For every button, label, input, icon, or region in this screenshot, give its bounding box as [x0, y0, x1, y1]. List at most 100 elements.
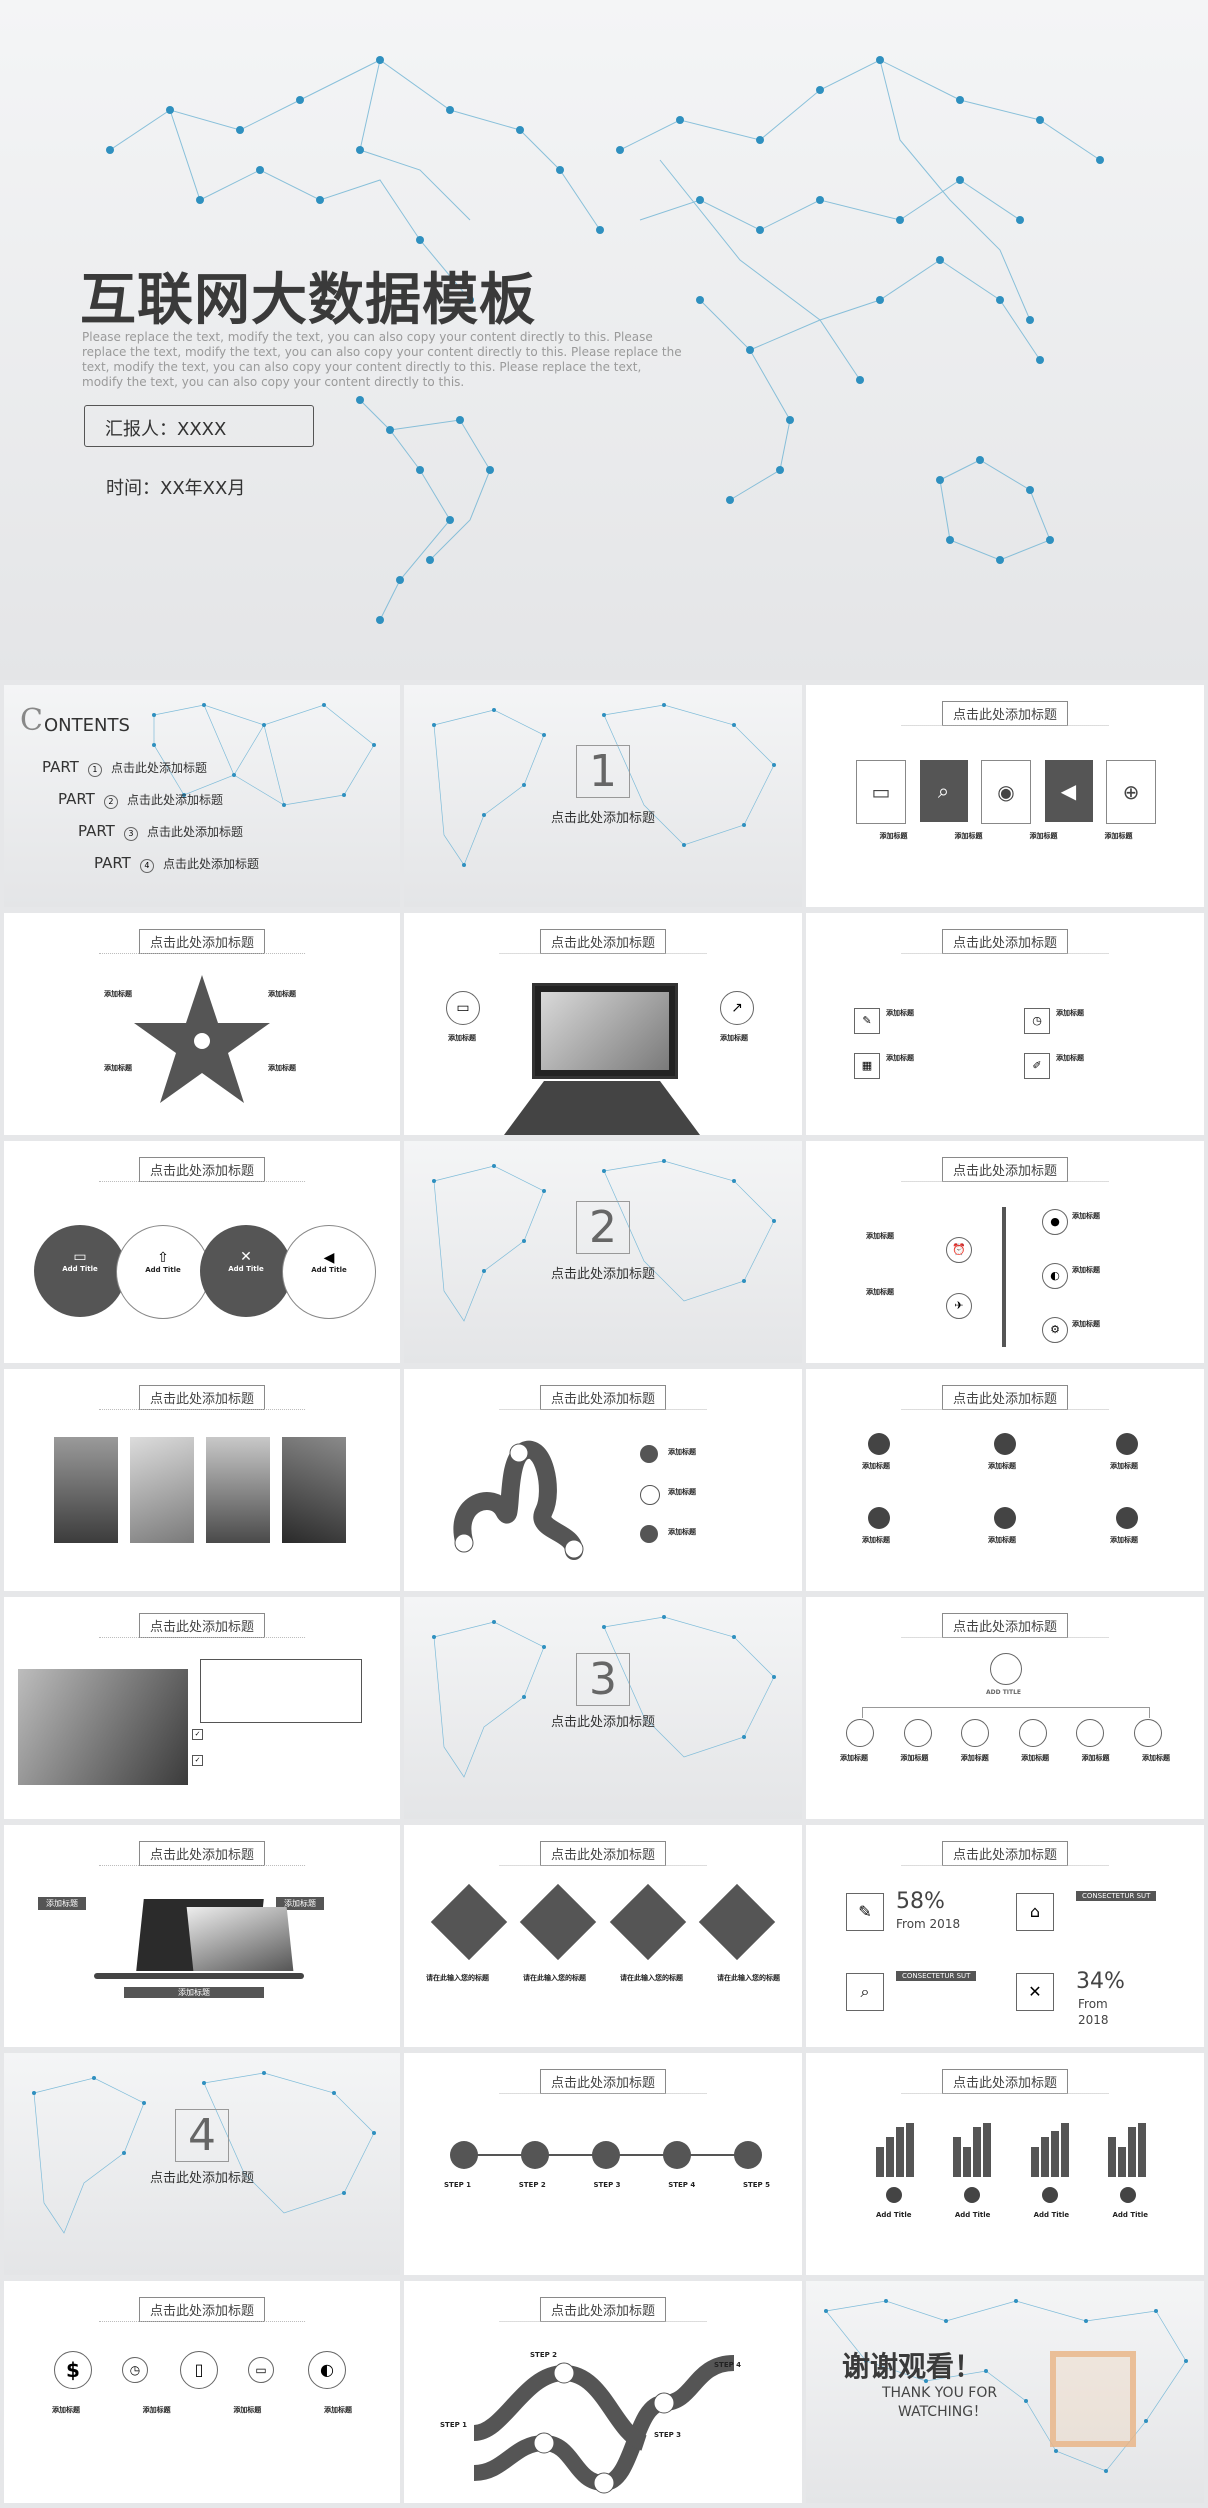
- thumb-bar-chart[interactable]: 点击此处添加标题 Add Title Add Title Add Title Add …: [806, 2053, 1204, 2275]
- slide-subline: [99, 953, 305, 955]
- step-circle: [663, 2141, 691, 2169]
- hourglass-icon: [520, 1883, 597, 1961]
- clock-icon: ◷: [1024, 1008, 1050, 1034]
- contents-item[interactable]: PART 2 点击此处添加标题: [58, 789, 223, 821]
- star-icon: [1116, 1507, 1138, 1529]
- chat-icon: [994, 1433, 1016, 1455]
- slide-header: 点击此处添加标题: [138, 929, 266, 954]
- slide-header: 点击此处添加标题: [941, 929, 1069, 954]
- bulb-icon: ◐: [1042, 1263, 1068, 1289]
- contents-item[interactable]: PART 1 点击此处添加标题: [42, 757, 207, 789]
- bar-label-row: Add Title Add Title Add Title Add Title: [876, 2211, 1148, 2219]
- vertical-line: [1002, 1207, 1006, 1347]
- grid-icon: ▦: [854, 1053, 880, 1079]
- circle-item: ▭ Add Title: [34, 1225, 126, 1317]
- dollar-icon: $: [54, 2351, 92, 2389]
- path-label: 添加标题: [668, 1488, 696, 1496]
- reporter-box: 汇报人：XXXX: [84, 405, 314, 447]
- plane-icon: ✈: [946, 1293, 972, 1319]
- street-photo: [18, 1669, 188, 1785]
- thumb-laptops[interactable]: 点击此处添加标题 添加标题 添加标题 添加标题: [4, 1825, 400, 2047]
- icon-label: 添加标题: [988, 1536, 1016, 1544]
- monitor-base: [504, 1081, 700, 1135]
- thumb-circles[interactable]: 点击此处添加标题 ▭ Add Title ⇧ Add Title ✕ Add Titl…: [4, 1141, 400, 1363]
- thumb-six-icons[interactable]: 点击此处添加标题 添加标题 添加标题 添加标题 添加标题 添加标题 添加标题: [806, 1369, 1204, 1591]
- thumb-steps[interactable]: 点击此处添加标题 STEP 1 STEP 2 STEP 3 STEP 4 STEP 5: [404, 2053, 802, 2275]
- thanks-en-2: WATCHING！: [898, 2404, 988, 2420]
- node-circle: [1018, 1719, 1047, 1747]
- slide-header: 点击此处添加标题: [941, 1385, 1069, 1410]
- laptop-icon: ▭: [446, 991, 480, 1025]
- thumb-hierarchy[interactable]: 点击此处添加标题 ADD TITLE 添加标题 添加标题 添加标题 添加标题 添加标题添…: [806, 1597, 1204, 1819]
- thumb-monitor[interactable]: 点击此处添加标题 ▭ ↗ 添加标题 添加标题: [404, 913, 802, 1135]
- tools-icon: ✕: [1016, 1973, 1054, 2011]
- slide-header: 点击此处添加标题: [539, 2069, 667, 2094]
- thumb-thanks[interactable]: 谢谢观看！ THANK YOU FOR WATCHING！: [806, 2281, 1204, 2503]
- thumb-equation-icons[interactable]: 点击此处添加标题 $ ◷ ▯ ▭ ◐ 添加标题 添加标题 添加标题 添加标题: [4, 2281, 400, 2503]
- slide-subline: [99, 2321, 305, 2323]
- thumb-contents[interactable]: C ONTENTS PART 1 点击此处添加标题 PART 2 点击此处添加标…: [4, 685, 400, 907]
- hex-row: [430, 1883, 776, 1961]
- node-circle: [1076, 1719, 1105, 1747]
- tools-icon: ✕: [240, 1249, 252, 1265]
- slide-subline: [901, 953, 1109, 955]
- slide-subline: [901, 725, 1109, 727]
- thumb-four-icons[interactable]: 点击此处添加标题 ✎ ▦ ◷ ✐ 添加标题 添加标题 添加标题 添加标题: [806, 913, 1204, 1135]
- thumb-s-curve[interactable]: 点击此处添加标题 STEP 1 STEP 2 STEP 3 STEP 4: [404, 2281, 802, 2503]
- time-label: 时间：XX年XX月: [106, 478, 246, 499]
- node-circle: [1133, 1719, 1162, 1747]
- slide-header: 点击此处添加标题: [941, 1613, 1069, 1638]
- steps-row: [450, 2141, 762, 2169]
- thumb-hex-icons[interactable]: 点击此处添加标题 请在此输入您的标题 请在此输入您的标题 请在此输入您的标题 请在此输…: [404, 1825, 802, 2047]
- clock-icon: ◷: [122, 2357, 148, 2383]
- thumb-star[interactable]: 点击此处添加标题 添加标题 添加标题 添加标题 添加标题: [4, 913, 400, 1135]
- photo: [130, 1437, 194, 1543]
- bulb-icon: ◐: [308, 2351, 346, 2389]
- contents-item[interactable]: PART 4 点击此处添加标题: [94, 853, 259, 885]
- slide-header: 点击此处添加标题: [941, 701, 1069, 726]
- slide-header: 点击此处添加标题: [539, 2297, 667, 2322]
- s-step-label: STEP 3: [654, 2431, 682, 2439]
- section-number: 2: [576, 1201, 630, 1254]
- thumb-timeline-vertical[interactable]: 点击此处添加标题 ⏰ ✈ ● ◐ ⚙ 添加标题 添加标题 添加标题 添加标题 添…: [806, 1141, 1204, 1363]
- thumb-section-4[interactable]: 4 点击此处添加标题: [4, 2053, 400, 2275]
- step-circle: [521, 2141, 549, 2169]
- reporter-label: 汇报人：XXXX: [105, 419, 227, 440]
- star-label: 添加标题: [268, 1064, 296, 1072]
- thumb-icons-row[interactable]: 点击此处添加标题 ▭ ⌕ ◉ ◀ ⊕ 添加标题 添加标题 添加标题 添加标题: [806, 685, 1204, 907]
- slide-header: 点击此处添加标题: [138, 1385, 266, 1410]
- photo: [54, 1437, 118, 1543]
- thumb-section-1[interactable]: 1 点击此处添加标题: [404, 685, 802, 907]
- thumb-buildings[interactable]: 点击此处添加标题: [4, 1369, 400, 1591]
- icon-label: 添加标题: [1110, 1536, 1138, 1544]
- contents-item[interactable]: PART 3 点击此处添加标题: [78, 821, 243, 853]
- step-circle: [450, 2141, 478, 2169]
- thumb-photo-text[interactable]: 点击此处添加标题 ✓ ✓: [4, 1597, 400, 1819]
- slide-subline: [499, 953, 707, 955]
- clipboard-icon: [698, 1883, 776, 1961]
- item-label: 添加标题: [1056, 1054, 1084, 1062]
- pencil-icon: ✐: [1024, 1053, 1050, 1079]
- edit-icon: ✎: [854, 1008, 880, 1034]
- monitor-icon: ▭: [248, 2357, 274, 2383]
- thumb-curve-path[interactable]: 点击此处添加标题 添加标题 添加标题 添加标题: [404, 1369, 802, 1591]
- circle-item: ⇧ Add Title: [116, 1225, 210, 1319]
- slide-header: 点击此处添加标题: [138, 2297, 266, 2322]
- slide-subline: [901, 1637, 1109, 1639]
- thumb-stats[interactable]: 点击此处添加标题 ✎ 58% From 2018 ⌂ CONSECTETUR S…: [806, 1825, 1204, 2047]
- thanks-en-1: THANK YOU FOR: [882, 2385, 998, 2401]
- path-label: 添加标题: [668, 1528, 696, 1536]
- section-title: 点击此处添加标题: [550, 1267, 656, 1282]
- thumb-section-2[interactable]: 2 点击此处添加标题: [404, 1141, 802, 1363]
- thumb-section-3[interactable]: 3 点击此处添加标题: [404, 1597, 802, 1819]
- monitor-label: 添加标题: [448, 1034, 476, 1042]
- item-label: 添加标题: [886, 1009, 914, 1017]
- stat-from: 2018: [1078, 2013, 1109, 2027]
- text-box: [200, 1659, 362, 1723]
- icon-card-row: ▭ ⌕ ◉ ◀ ⊕: [856, 760, 1156, 824]
- basket-icon: ⌂: [1016, 1893, 1054, 1931]
- browser-icon: ▭: [73, 1249, 87, 1265]
- watermark-logo: [1050, 2351, 1136, 2447]
- wrench-icon: ✎: [846, 1893, 884, 1931]
- slide-header: 点击此处添加标题: [941, 2069, 1069, 2094]
